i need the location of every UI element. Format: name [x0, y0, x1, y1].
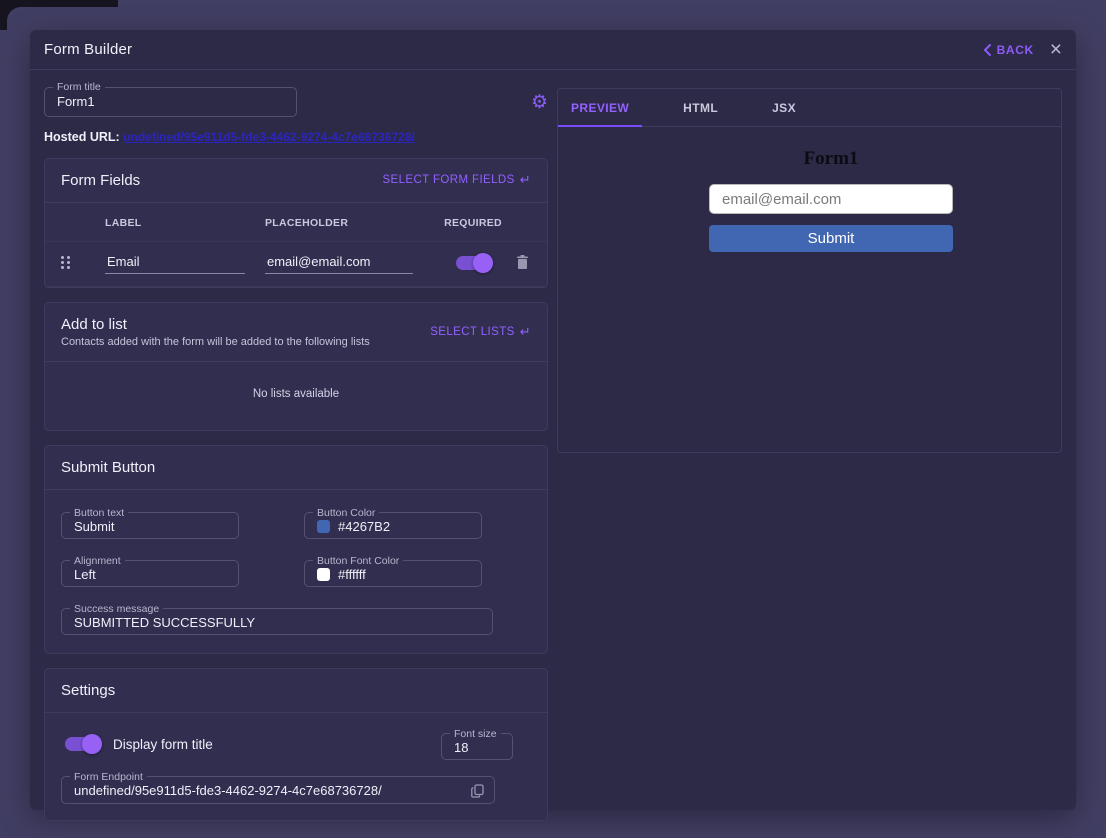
button-font-color-swatch[interactable] — [317, 568, 330, 581]
font-size-value: 18 — [454, 740, 468, 755]
button-font-color-value[interactable]: #ffffff — [338, 567, 366, 582]
button-color-value[interactable]: #4267B2 — [338, 519, 390, 534]
select-form-fields-label: SELECT FORM FIELDS — [382, 174, 514, 186]
font-size-label: Font size — [450, 729, 501, 740]
tab-jsx[interactable]: JSX — [759, 89, 809, 126]
settings-card: Settings Display form title Font size 18 — [44, 668, 548, 821]
success-message-label: Success message — [70, 604, 163, 615]
return-arrow-icon: ↵ — [520, 324, 531, 340]
column-label: LABEL — [105, 217, 265, 229]
hosted-url-label: Hosted URL: — [44, 130, 120, 144]
add-to-list-title: Add to list — [61, 316, 370, 333]
hosted-url-row: Hosted URL: undefined/95e911d5-fde3-4462… — [44, 130, 548, 144]
trash-icon[interactable] — [516, 255, 529, 270]
add-to-list-subtitle: Contacts added with the form will be add… — [61, 336, 370, 348]
required-toggle[interactable] — [456, 256, 490, 270]
submit-button-title: Submit Button — [61, 459, 155, 476]
select-form-fields-button[interactable]: SELECT FORM FIELDS ↵ — [382, 172, 531, 188]
preview-form: Form1 Submit — [709, 148, 953, 252]
button-text-input[interactable] — [62, 518, 238, 541]
column-required: REQUIRED — [433, 217, 513, 229]
alignment-label: Alignment — [70, 556, 125, 567]
field-label-input[interactable] — [105, 252, 245, 274]
modal-header: Form Builder BACK × — [30, 30, 1076, 70]
form-endpoint-value: undefined/95e911d5-fde3-4462-9274-4c7e68… — [74, 783, 382, 798]
display-form-title-toggle[interactable] — [65, 737, 99, 751]
field-placeholder-input[interactable] — [265, 252, 413, 274]
form-title-field: Form title — [44, 82, 297, 117]
chevron-left-icon — [983, 44, 991, 56]
return-arrow-icon: ↵ — [520, 172, 531, 188]
preview-panel: PREVIEW HTML JSX Form1 Submit — [557, 88, 1062, 453]
back-label: BACK — [997, 43, 1034, 57]
close-icon[interactable]: × — [1050, 39, 1062, 60]
select-lists-button[interactable]: SELECT LISTS ↵ — [430, 324, 531, 340]
preview-form-title: Form1 — [709, 148, 953, 170]
back-button[interactable]: BACK — [983, 43, 1034, 57]
form-fields-table-header: LABEL PLACEHOLDER REQUIRED — [45, 203, 547, 242]
gear-icon[interactable]: ⚙ — [531, 93, 548, 112]
tab-html[interactable]: HTML — [670, 89, 731, 126]
page-title: Form Builder — [44, 41, 132, 58]
button-font-color-label: Button Font Color — [313, 556, 403, 567]
form-endpoint-field: Form Endpoint undefined/95e911d5-fde3-44… — [61, 772, 495, 804]
button-font-color-field: Button Font Color #ffffff — [304, 556, 482, 587]
settings-title: Settings — [61, 682, 115, 699]
button-color-field: Button Color #4267B2 — [304, 508, 482, 539]
hosted-url-link[interactable]: undefined/95e911d5-fde3-4462-9274-4c7e68… — [123, 130, 415, 144]
button-text-label: Button text — [70, 508, 128, 519]
form-title-input[interactable] — [45, 93, 296, 116]
form-title-label: Form title — [53, 82, 105, 93]
form-fields-card: Form Fields SELECT FORM FIELDS ↵ LABEL P… — [44, 158, 548, 288]
form-fields-title: Form Fields — [61, 172, 140, 189]
preview-stage: Form1 Submit — [558, 127, 1061, 252]
column-placeholder: PLACEHOLDER — [265, 217, 433, 229]
button-color-label: Button Color — [313, 508, 379, 519]
button-text-field: Button text — [61, 508, 239, 539]
form-builder-modal: Form Builder BACK × Form title ⚙ Hoste — [30, 30, 1076, 810]
font-size-field: Font size 18 — [441, 729, 513, 760]
copy-icon[interactable] — [471, 784, 484, 798]
drag-handle-icon[interactable] — [61, 256, 105, 269]
preview-email-input[interactable] — [709, 184, 953, 214]
submit-button-card: Submit Button Button text Button Color #… — [44, 445, 548, 654]
success-message-field: Success message — [61, 604, 493, 635]
tab-preview[interactable]: PREVIEW — [558, 89, 642, 126]
preview-submit-button[interactable]: Submit — [709, 225, 953, 252]
alignment-select[interactable]: Left — [62, 566, 238, 588]
alignment-field: Alignment Left — [61, 556, 239, 587]
add-to-list-card: Add to list Contacts added with the form… — [44, 302, 548, 431]
form-field-row — [45, 242, 547, 287]
success-message-input[interactable] — [62, 614, 492, 637]
display-form-title-label: Display form title — [113, 737, 213, 752]
form-endpoint-label: Form Endpoint — [70, 772, 147, 783]
alignment-value: Left — [74, 567, 96, 582]
select-lists-label: SELECT LISTS — [430, 326, 514, 338]
preview-tabs: PREVIEW HTML JSX — [558, 89, 1061, 127]
no-lists-message: No lists available — [45, 362, 547, 430]
font-size-select[interactable]: 18 — [442, 739, 512, 761]
button-color-swatch[interactable] — [317, 520, 330, 533]
